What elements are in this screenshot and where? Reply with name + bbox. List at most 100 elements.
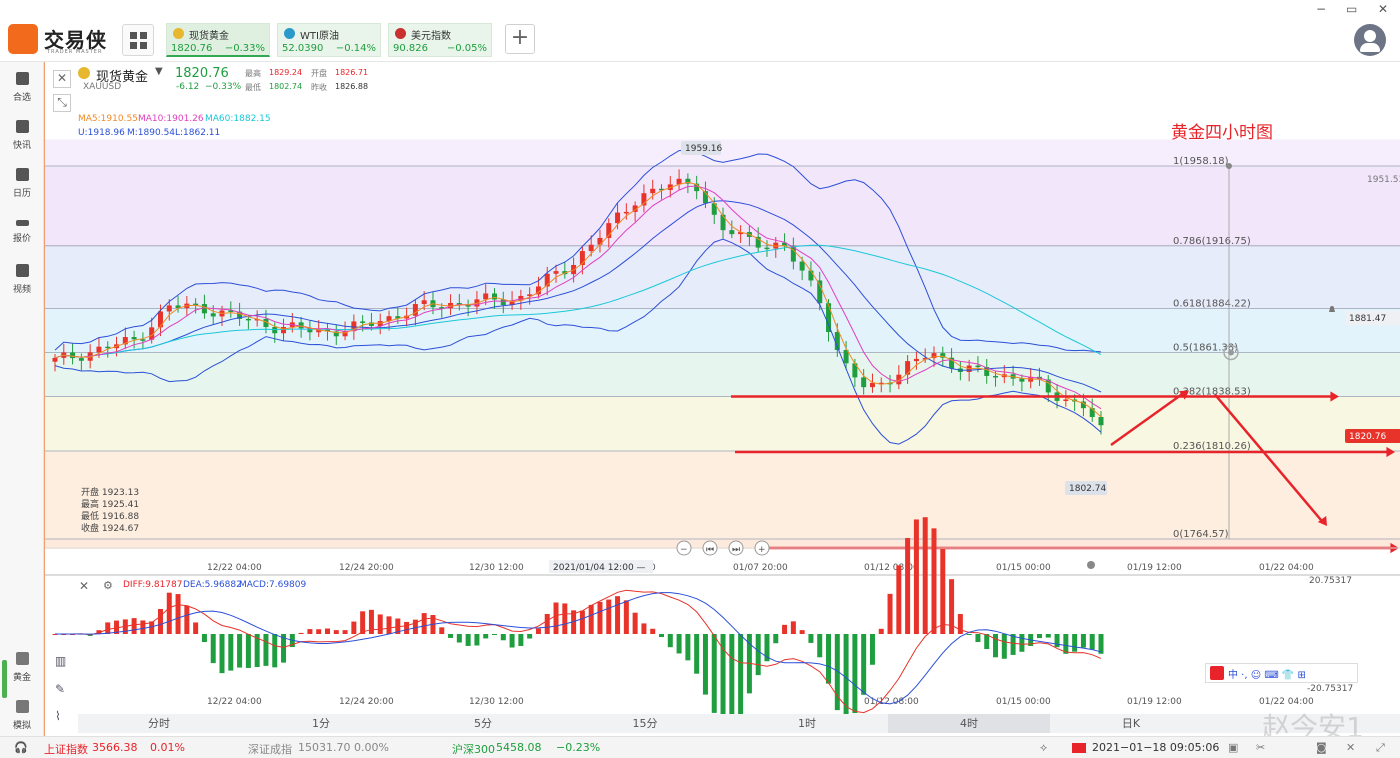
candle-body	[140, 339, 146, 341]
period-tab-4[interactable]: 1时	[726, 714, 888, 733]
period-tab-5[interactable]: 4时	[888, 714, 1050, 733]
macd-bar	[913, 519, 919, 634]
screen-icon[interactable]: ▣	[1228, 741, 1238, 754]
macd-bar	[474, 634, 480, 646]
ticker-usd-index[interactable]: 美元指数 90.826 −0.05%	[388, 23, 492, 57]
time-label-main-4: 01/07 20:00	[733, 563, 788, 573]
sidebar-item-watchlist[interactable]: 合选	[0, 72, 44, 112]
time-label-main-7: 01/19 12:00	[1127, 563, 1182, 573]
ticker-gold[interactable]: 现货黄金 1820.76 −0.33%	[166, 23, 270, 57]
app-subtitle: TRADER MASTER	[47, 49, 103, 55]
axis-top-label: 1951.53	[1367, 175, 1400, 185]
close-indicator-icon[interactable]: ✕	[53, 70, 71, 88]
candle-body	[421, 300, 427, 305]
fullscreen-icon[interactable]: ⤢	[1376, 741, 1385, 755]
china-flag-icon	[1072, 743, 1086, 753]
fib-band-0	[45, 166, 1400, 246]
minimize-icon[interactable]: −	[1316, 2, 1326, 16]
oil-icon	[284, 28, 295, 39]
macd-bar	[782, 624, 788, 634]
macd-bar	[509, 634, 515, 648]
macd-diff-label: DIFF:9.81787	[123, 580, 183, 590]
close-macd-icon[interactable]: ✕	[79, 579, 89, 593]
macd-bar	[1089, 634, 1095, 650]
index-shenzhen-name: 深证成指	[248, 743, 292, 756]
sidebar-item-video[interactable]: 视频	[0, 264, 44, 304]
symbol-code: XAUUSD	[83, 82, 122, 92]
candle-body	[720, 214, 726, 231]
macd-bar	[491, 634, 497, 635]
macd-bar	[166, 592, 172, 634]
candle-body	[623, 211, 629, 214]
current-price-label: 1820.76	[1349, 432, 1386, 442]
macd-value-label: MACD:7.69809	[239, 580, 307, 590]
macd-bar	[386, 616, 392, 634]
candle-body	[210, 313, 216, 317]
chevron-down-icon[interactable]: ▼	[155, 66, 163, 77]
macd-bar	[465, 634, 471, 646]
draw-tool-icon[interactable]: ⤡	[53, 94, 71, 112]
sidebar-item-calendar[interactable]: 日历	[0, 168, 44, 208]
mute-icon[interactable]: ✕	[1346, 741, 1355, 754]
period-tab-3[interactable]: 15分	[564, 714, 726, 733]
macd-bar	[922, 517, 928, 634]
scroll-end-dot	[1087, 561, 1095, 569]
candle-body	[52, 357, 58, 362]
indicator-bars-icon[interactable]: ▥	[55, 654, 66, 668]
layout-grid-button[interactable]	[122, 24, 154, 56]
gear-icon[interactable]: ⚙	[103, 579, 113, 592]
macd-bar	[615, 596, 621, 634]
ohlc-close: 收盘 1924.67	[81, 524, 140, 534]
symbol-prev-close: 1826.88	[335, 82, 369, 91]
index-shanghai-change: 0.01%	[150, 741, 185, 754]
macd-bar	[307, 629, 313, 634]
maximize-icon[interactable]: ▭	[1346, 2, 1357, 16]
period-tab-0[interactable]: 分时	[78, 714, 240, 733]
index-csi300-value: 5458.08	[496, 741, 542, 754]
sidebar-item-quotes[interactable]: 报价	[0, 216, 44, 256]
candle-body	[597, 237, 603, 245]
macd-bar	[272, 634, 278, 668]
candle-body	[491, 293, 497, 300]
fib-anchor-top	[1226, 163, 1232, 169]
macd-bar	[140, 620, 146, 634]
tools-icon[interactable]: ✂	[1256, 741, 1265, 754]
pencil-icon[interactable]: ✎	[55, 682, 65, 696]
symbol-high: 1829.24	[269, 68, 303, 77]
user-avatar[interactable]	[1354, 24, 1386, 56]
chart-canvas[interactable]: 1(1958.18) 0.786(1916.75) 0.618(1884.22) 0.…	[45, 62, 1400, 736]
ime-status: 中 ·, ☺ ⌨ 👕 ⊞	[1228, 670, 1306, 681]
period-tab-2[interactable]: 5分	[402, 714, 564, 733]
macd-bar	[940, 548, 946, 634]
period-tab-1[interactable]: 1分	[240, 714, 402, 733]
satellite-icon[interactable]: ⟡	[1040, 741, 1047, 755]
camera-icon[interactable]: ◙	[1316, 741, 1327, 754]
wallet-icon	[15, 700, 29, 713]
ime-toolbar[interactable]: 中 ·, ☺ ⌨ 👕 ⊞	[1205, 663, 1358, 683]
period-tab-6[interactable]: 日K	[1050, 714, 1212, 733]
candle-body	[799, 261, 805, 271]
sidebar-item-demo[interactable]: 模拟	[0, 700, 44, 740]
time-label-main-8: 01/22 04:00	[1259, 563, 1314, 573]
close-icon[interactable]: ✕	[1378, 2, 1388, 16]
ticker-wti[interactable]: WTI原油 52.0390 −0.14%	[277, 23, 381, 57]
macd-bar	[905, 538, 911, 634]
add-ticker-button[interactable]: +	[505, 24, 535, 54]
headset-icon[interactable]: 🎧	[14, 741, 28, 754]
status-bar: 🎧 上证指数 3566.38 0.01% 深证成指 15031.70 0.00%…	[0, 736, 1400, 758]
time-label-macd-7: 01/19 12:00	[1127, 697, 1182, 707]
sidebar-item-news[interactable]: 快讯	[0, 120, 44, 160]
fib-label-2: 0.618(1884.22)	[1173, 298, 1251, 309]
macd-bar	[993, 634, 999, 658]
macd-bar	[456, 634, 462, 643]
index-csi300-change: −0.23%	[556, 741, 601, 754]
candle-body	[808, 270, 814, 281]
fib-label-6: 0(1764.57)	[1173, 529, 1229, 540]
macd-bar	[263, 634, 269, 666]
candle-body	[993, 375, 999, 378]
macd-bar	[861, 634, 867, 695]
candle-body	[500, 299, 506, 306]
time-label-main-6: 01/15 00:00	[996, 563, 1051, 573]
line-chart-icon[interactable]: ⌇	[55, 709, 61, 723]
calendar-icon	[15, 168, 29, 181]
